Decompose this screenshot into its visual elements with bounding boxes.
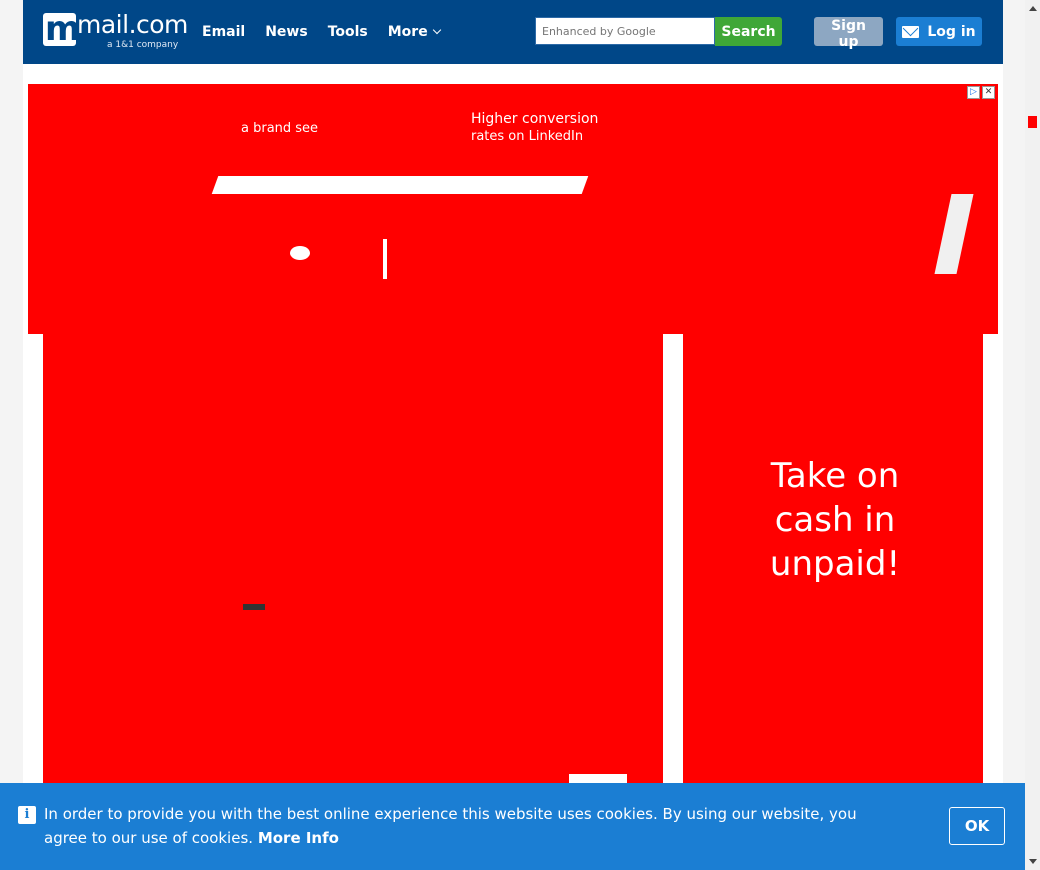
nav-email[interactable]: Email bbox=[202, 24, 245, 40]
cookie-ok-button[interactable]: OK bbox=[949, 807, 1005, 845]
ad-banner-graphic-line bbox=[383, 239, 387, 279]
ad-banner-graphic bbox=[211, 176, 589, 194]
login-label: Log in bbox=[927, 23, 976, 40]
cookie-message: In order to provide you with the best on… bbox=[44, 802, 904, 850]
ad-banner-graphic-dot bbox=[290, 246, 310, 260]
nav-news[interactable]: News bbox=[265, 24, 307, 40]
info-icon: i bbox=[18, 806, 36, 824]
ad-side-line-1: Take on bbox=[770, 456, 900, 496]
ad-sidebar[interactable]: Take on cash in unpaid! bbox=[683, 334, 983, 784]
mail-com-logo[interactable]: m mail.com a 1&1 company bbox=[43, 9, 188, 52]
top-bar: m mail.com a 1&1 company Email News Tool… bbox=[23, 0, 1003, 64]
ad-banner-headline: Higher conversion bbox=[471, 111, 599, 127]
ad-choices-icon[interactable]: ▷ bbox=[967, 86, 980, 99]
ad-side-line-3: unpaid! bbox=[769, 544, 901, 584]
login-button[interactable]: Log in bbox=[896, 17, 982, 46]
scroll-up-icon[interactable] bbox=[1029, 6, 1037, 11]
ad-banner-headline-2: rates on LinkedIn bbox=[471, 129, 584, 144]
ad-side-line-2: cash in bbox=[774, 500, 896, 540]
ad-main-graphic bbox=[243, 604, 265, 610]
more-info-link[interactable]: More Info bbox=[258, 829, 339, 847]
ad-banner-text: a brand see bbox=[241, 121, 319, 136]
scrollbar[interactable] bbox=[1025, 0, 1040, 870]
search-button[interactable]: Search bbox=[715, 17, 782, 46]
ad-close-icon[interactable]: ✕ bbox=[982, 86, 995, 99]
chevron-down-icon bbox=[432, 25, 441, 35]
main-nav: Email News Tools More bbox=[202, 0, 460, 64]
scroll-down-icon[interactable] bbox=[1029, 859, 1037, 864]
cookie-text: In order to provide you with the best on… bbox=[44, 805, 857, 847]
search-input[interactable] bbox=[535, 17, 715, 45]
nav-more[interactable]: More bbox=[388, 24, 441, 40]
ad-main-content[interactable] bbox=[43, 334, 663, 784]
envelope-icon bbox=[902, 25, 920, 38]
cookie-banner: i In order to provide you with the best … bbox=[0, 783, 1025, 870]
scroll-marker bbox=[1028, 116, 1037, 128]
signup-button[interactable]: Sign up bbox=[814, 17, 883, 50]
logo-m-icon: m bbox=[43, 9, 80, 49]
nav-tools[interactable]: Tools bbox=[328, 24, 368, 40]
logo-wordmark: mail.com bbox=[77, 10, 188, 39]
logo-tagline: a 1&1 company bbox=[107, 40, 179, 50]
ad-banner-graphic-shape bbox=[934, 194, 974, 274]
ad-banner[interactable]: a brand see Higher conversion rates on L… bbox=[28, 84, 998, 334]
